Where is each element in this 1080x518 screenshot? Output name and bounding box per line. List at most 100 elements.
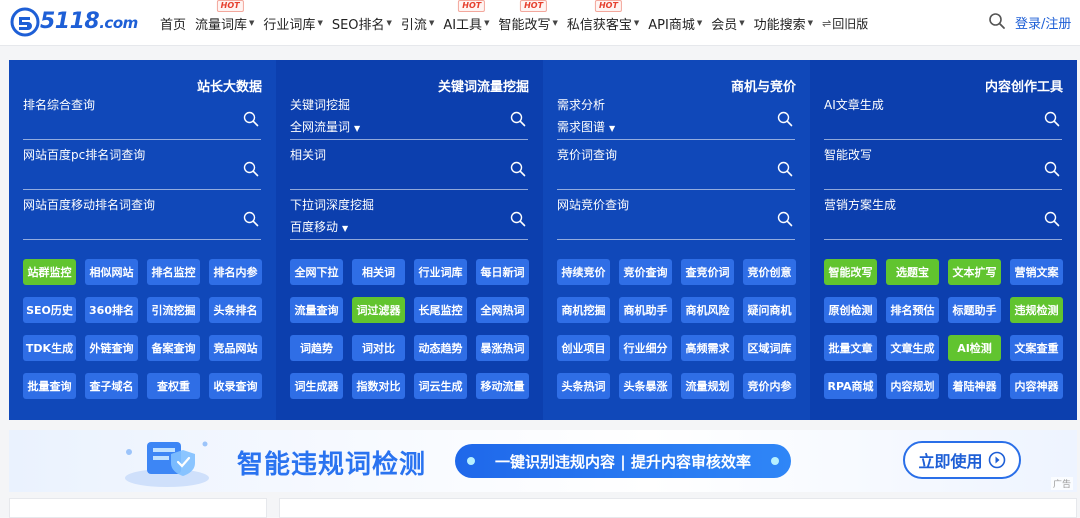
tool-button[interactable]: 竞价创意 bbox=[743, 259, 796, 285]
tool-button[interactable]: 持续竞价 bbox=[557, 259, 610, 285]
tool-button[interactable]: 批量查询 bbox=[23, 373, 76, 399]
nav-item-3[interactable]: SEO排名 ▼ bbox=[332, 14, 392, 33]
search-icon[interactable] bbox=[777, 211, 793, 227]
tool-button[interactable]: 内容规划 bbox=[886, 373, 939, 399]
nav-item-10[interactable]: 功能搜索 ▼ bbox=[754, 14, 813, 33]
old-version-link[interactable]: ⇌ 回旧版 bbox=[822, 15, 868, 32]
tool-button[interactable]: 查权重 bbox=[147, 373, 200, 399]
tool-button[interactable]: 标题助手 bbox=[948, 297, 1001, 323]
tool-button[interactable]: 指数对比 bbox=[352, 373, 405, 399]
tool-button[interactable]: 词对比 bbox=[352, 335, 405, 361]
query-scope-select[interactable]: 全网流量词 ▼ bbox=[290, 118, 360, 135]
tool-button[interactable]: 360排名 bbox=[85, 297, 138, 323]
search-icon[interactable] bbox=[243, 161, 259, 177]
query-field[interactable]: 网站竞价查询 bbox=[557, 196, 795, 240]
tool-button[interactable]: 文本扩写 bbox=[948, 259, 1001, 285]
query-field[interactable]: AI文章生成 bbox=[824, 96, 1062, 140]
query-field[interactable]: 下拉词深度挖掘 百度移动 ▼ bbox=[290, 196, 528, 240]
query-field[interactable]: 竞价词查询 bbox=[557, 146, 795, 190]
tool-button[interactable]: 竞价内参 bbox=[743, 373, 796, 399]
tool-button[interactable]: 头条排名 bbox=[209, 297, 262, 323]
tool-button[interactable]: 选题宝 bbox=[886, 259, 939, 285]
site-logo[interactable]: 5118.com bbox=[10, 7, 150, 37]
tool-button[interactable]: 流量规划 bbox=[681, 373, 734, 399]
nav-item-8[interactable]: API商城 ▼ bbox=[648, 14, 702, 33]
nav-item-6[interactable]: 智能改写 ▼ HOT bbox=[498, 0, 558, 33]
search-icon[interactable] bbox=[243, 111, 259, 127]
search-icon[interactable] bbox=[510, 111, 526, 127]
tool-button[interactable]: 查子域名 bbox=[85, 373, 138, 399]
use-now-button[interactable]: 立即使用 bbox=[903, 441, 1021, 479]
query-scope-select[interactable]: 百度移动 ▼ bbox=[290, 218, 348, 235]
tool-button[interactable]: 词生成器 bbox=[290, 373, 343, 399]
query-field[interactable]: 相关词 bbox=[290, 146, 528, 190]
tool-button[interactable]: 排名监控 bbox=[147, 259, 200, 285]
tool-button[interactable]: 头条暴涨 bbox=[619, 373, 672, 399]
nav-item-9[interactable]: 会员 ▼ bbox=[711, 14, 744, 33]
tool-button[interactable]: 全网热词 bbox=[476, 297, 529, 323]
tool-button[interactable]: 外链查询 bbox=[85, 335, 138, 361]
tool-button[interactable]: 流量查询 bbox=[290, 297, 343, 323]
query-scope-select[interactable]: 需求图谱 ▼ bbox=[557, 118, 615, 135]
tool-button[interactable]: 高频需求 bbox=[681, 335, 734, 361]
tool-button[interactable]: 文案查重 bbox=[1010, 335, 1063, 361]
tool-button[interactable]: SEO历史 bbox=[23, 297, 76, 323]
tool-button[interactable]: 竞价查询 bbox=[619, 259, 672, 285]
tool-button[interactable]: AI检测 bbox=[948, 335, 1001, 361]
nav-item-2[interactable]: 行业词库 ▼ bbox=[263, 14, 322, 33]
query-field[interactable]: 网站百度pc排名词查询 bbox=[23, 146, 261, 190]
tool-button[interactable]: 区域词库 bbox=[743, 335, 796, 361]
tool-button[interactable]: 相似网站 bbox=[85, 259, 138, 285]
tool-button[interactable]: RPA商城 bbox=[824, 373, 877, 399]
search-icon[interactable] bbox=[1044, 211, 1060, 227]
login-register-link[interactable]: 登录/注册 bbox=[1015, 13, 1071, 32]
search-icon[interactable] bbox=[510, 211, 526, 227]
tool-button[interactable]: 长尾监控 bbox=[414, 297, 467, 323]
search-icon[interactable] bbox=[777, 161, 793, 177]
tool-button[interactable]: 移动流量 bbox=[476, 373, 529, 399]
tool-button[interactable]: 每日新词 bbox=[476, 259, 529, 285]
query-field[interactable]: 排名综合查询 bbox=[23, 96, 261, 140]
tool-button[interactable]: 内容神器 bbox=[1010, 373, 1063, 399]
search-icon[interactable] bbox=[1044, 161, 1060, 177]
tool-button[interactable]: 创业项目 bbox=[557, 335, 610, 361]
tool-button[interactable]: 备案查询 bbox=[147, 335, 200, 361]
tool-button[interactable]: 暴涨热词 bbox=[476, 335, 529, 361]
query-field[interactable]: 网站百度移动排名词查询 bbox=[23, 196, 261, 240]
tool-button[interactable]: 头条热词 bbox=[557, 373, 610, 399]
tool-button[interactable]: 全网下拉 bbox=[290, 259, 343, 285]
tool-button[interactable]: 原创检测 bbox=[824, 297, 877, 323]
search-icon[interactable] bbox=[988, 12, 1006, 30]
tool-button[interactable]: 商机挖掘 bbox=[557, 297, 610, 323]
tool-button[interactable]: 查竞价词 bbox=[681, 259, 734, 285]
query-field[interactable]: 需求分析 需求图谱 ▼ bbox=[557, 96, 795, 140]
tool-button[interactable]: TDK生成 bbox=[23, 335, 76, 361]
query-field[interactable]: 关键词挖掘 全网流量词 ▼ bbox=[290, 96, 528, 140]
search-icon[interactable] bbox=[243, 211, 259, 227]
query-field[interactable]: 营销方案生成 bbox=[824, 196, 1062, 240]
tool-button[interactable]: 竞品网站 bbox=[209, 335, 262, 361]
tool-button[interactable]: 批量文章 bbox=[824, 335, 877, 361]
nav-item-7[interactable]: 私信获客宝 ▼ HOT bbox=[567, 0, 639, 33]
tool-button[interactable]: 着陆神器 bbox=[948, 373, 1001, 399]
tool-button[interactable]: 疑问商机 bbox=[743, 297, 796, 323]
tool-button[interactable]: 词趋势 bbox=[290, 335, 343, 361]
nav-item-0[interactable]: 首页 bbox=[160, 14, 186, 33]
tool-button[interactable]: 智能改写 bbox=[824, 259, 877, 285]
nav-item-5[interactable]: AI工具 ▼ HOT bbox=[443, 0, 489, 33]
search-icon[interactable] bbox=[1044, 111, 1060, 127]
query-field[interactable]: 智能改写 bbox=[824, 146, 1062, 190]
tool-button[interactable]: 行业细分 bbox=[619, 335, 672, 361]
nav-item-4[interactable]: 引流 ▼ bbox=[401, 14, 434, 33]
tool-button[interactable]: 排名预估 bbox=[886, 297, 939, 323]
tool-button[interactable]: 文章生成 bbox=[886, 335, 939, 361]
tool-button[interactable]: 排名内参 bbox=[209, 259, 262, 285]
ad-banner[interactable]: 智能违规词检测 一键识别违规内容 | 提升内容审核效率 立即使用 广告 bbox=[9, 430, 1077, 492]
tool-button[interactable]: 违规检测 bbox=[1010, 297, 1063, 323]
tool-button[interactable]: 收录查询 bbox=[209, 373, 262, 399]
tool-button[interactable]: 行业词库 bbox=[414, 259, 467, 285]
tool-button[interactable]: 相关词 bbox=[352, 259, 405, 285]
nav-item-1[interactable]: 流量词库 ▼ HOT bbox=[195, 0, 254, 33]
tool-button[interactable]: 商机风险 bbox=[681, 297, 734, 323]
tool-button[interactable]: 词过滤器 bbox=[352, 297, 405, 323]
